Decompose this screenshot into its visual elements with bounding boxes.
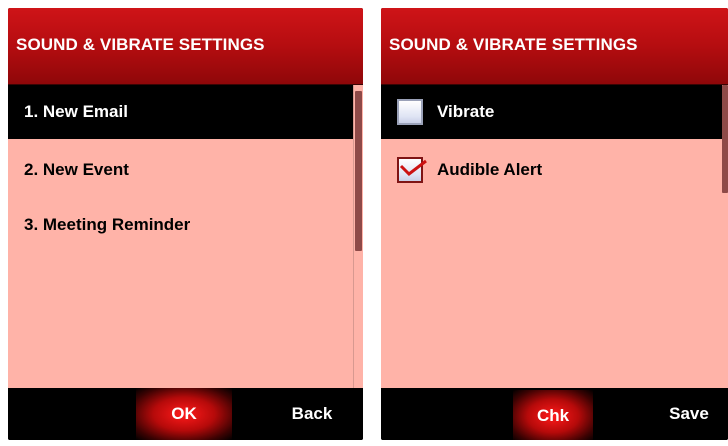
list-item-label: 1. New Email: [24, 102, 128, 121]
list-item-new-email[interactable]: 1. New Email: [8, 85, 354, 139]
scrollbar[interactable]: [353, 85, 363, 388]
list-item-meeting-reminder[interactable]: 3. Meeting Reminder: [8, 198, 354, 252]
list-item-label: 3. Meeting Reminder: [24, 215, 191, 234]
scrollbar[interactable]: [722, 85, 728, 388]
options-list: Vibrate Audible Alert: [381, 85, 722, 388]
option-label: Vibrate: [437, 102, 495, 121]
title-bar: SOUND & VIBRATE SETTINGS: [8, 8, 363, 85]
option-label: Audible Alert: [437, 160, 543, 179]
settings-list: 1. New Email 2. New Event 3. Meeting Rem…: [8, 85, 354, 388]
back-softkey[interactable]: Back: [276, 388, 348, 440]
checkbox-checked-icon[interactable]: [397, 157, 427, 183]
save-softkey[interactable]: Save: [659, 388, 719, 440]
checkbox-unchecked-icon[interactable]: [397, 99, 423, 125]
screen-title: SOUND & VIBRATE SETTINGS: [16, 35, 265, 54]
softkey-bar: Chk Save: [381, 388, 728, 440]
chk-softkey[interactable]: Chk: [513, 390, 593, 440]
left-phone-screen: SOUND & VIBRATE SETTINGS 1. New Email 2.…: [8, 8, 363, 440]
scrollbar-thumb[interactable]: [722, 85, 728, 193]
softkey-bar: OK Back: [8, 388, 363, 440]
screen-title: SOUND & VIBRATE SETTINGS: [389, 35, 638, 54]
list-item-new-event[interactable]: 2. New Event: [8, 143, 354, 197]
option-vibrate[interactable]: Vibrate: [381, 85, 722, 139]
scrollbar-thumb[interactable]: [355, 91, 362, 251]
title-bar: SOUND & VIBRATE SETTINGS: [381, 8, 728, 85]
right-phone-screen: SOUND & VIBRATE SETTINGS Vibrate Audible…: [381, 8, 728, 440]
list-item-label: 2. New Event: [24, 160, 129, 179]
ok-softkey[interactable]: OK: [136, 388, 232, 440]
option-audible-alert[interactable]: Audible Alert: [381, 143, 722, 197]
